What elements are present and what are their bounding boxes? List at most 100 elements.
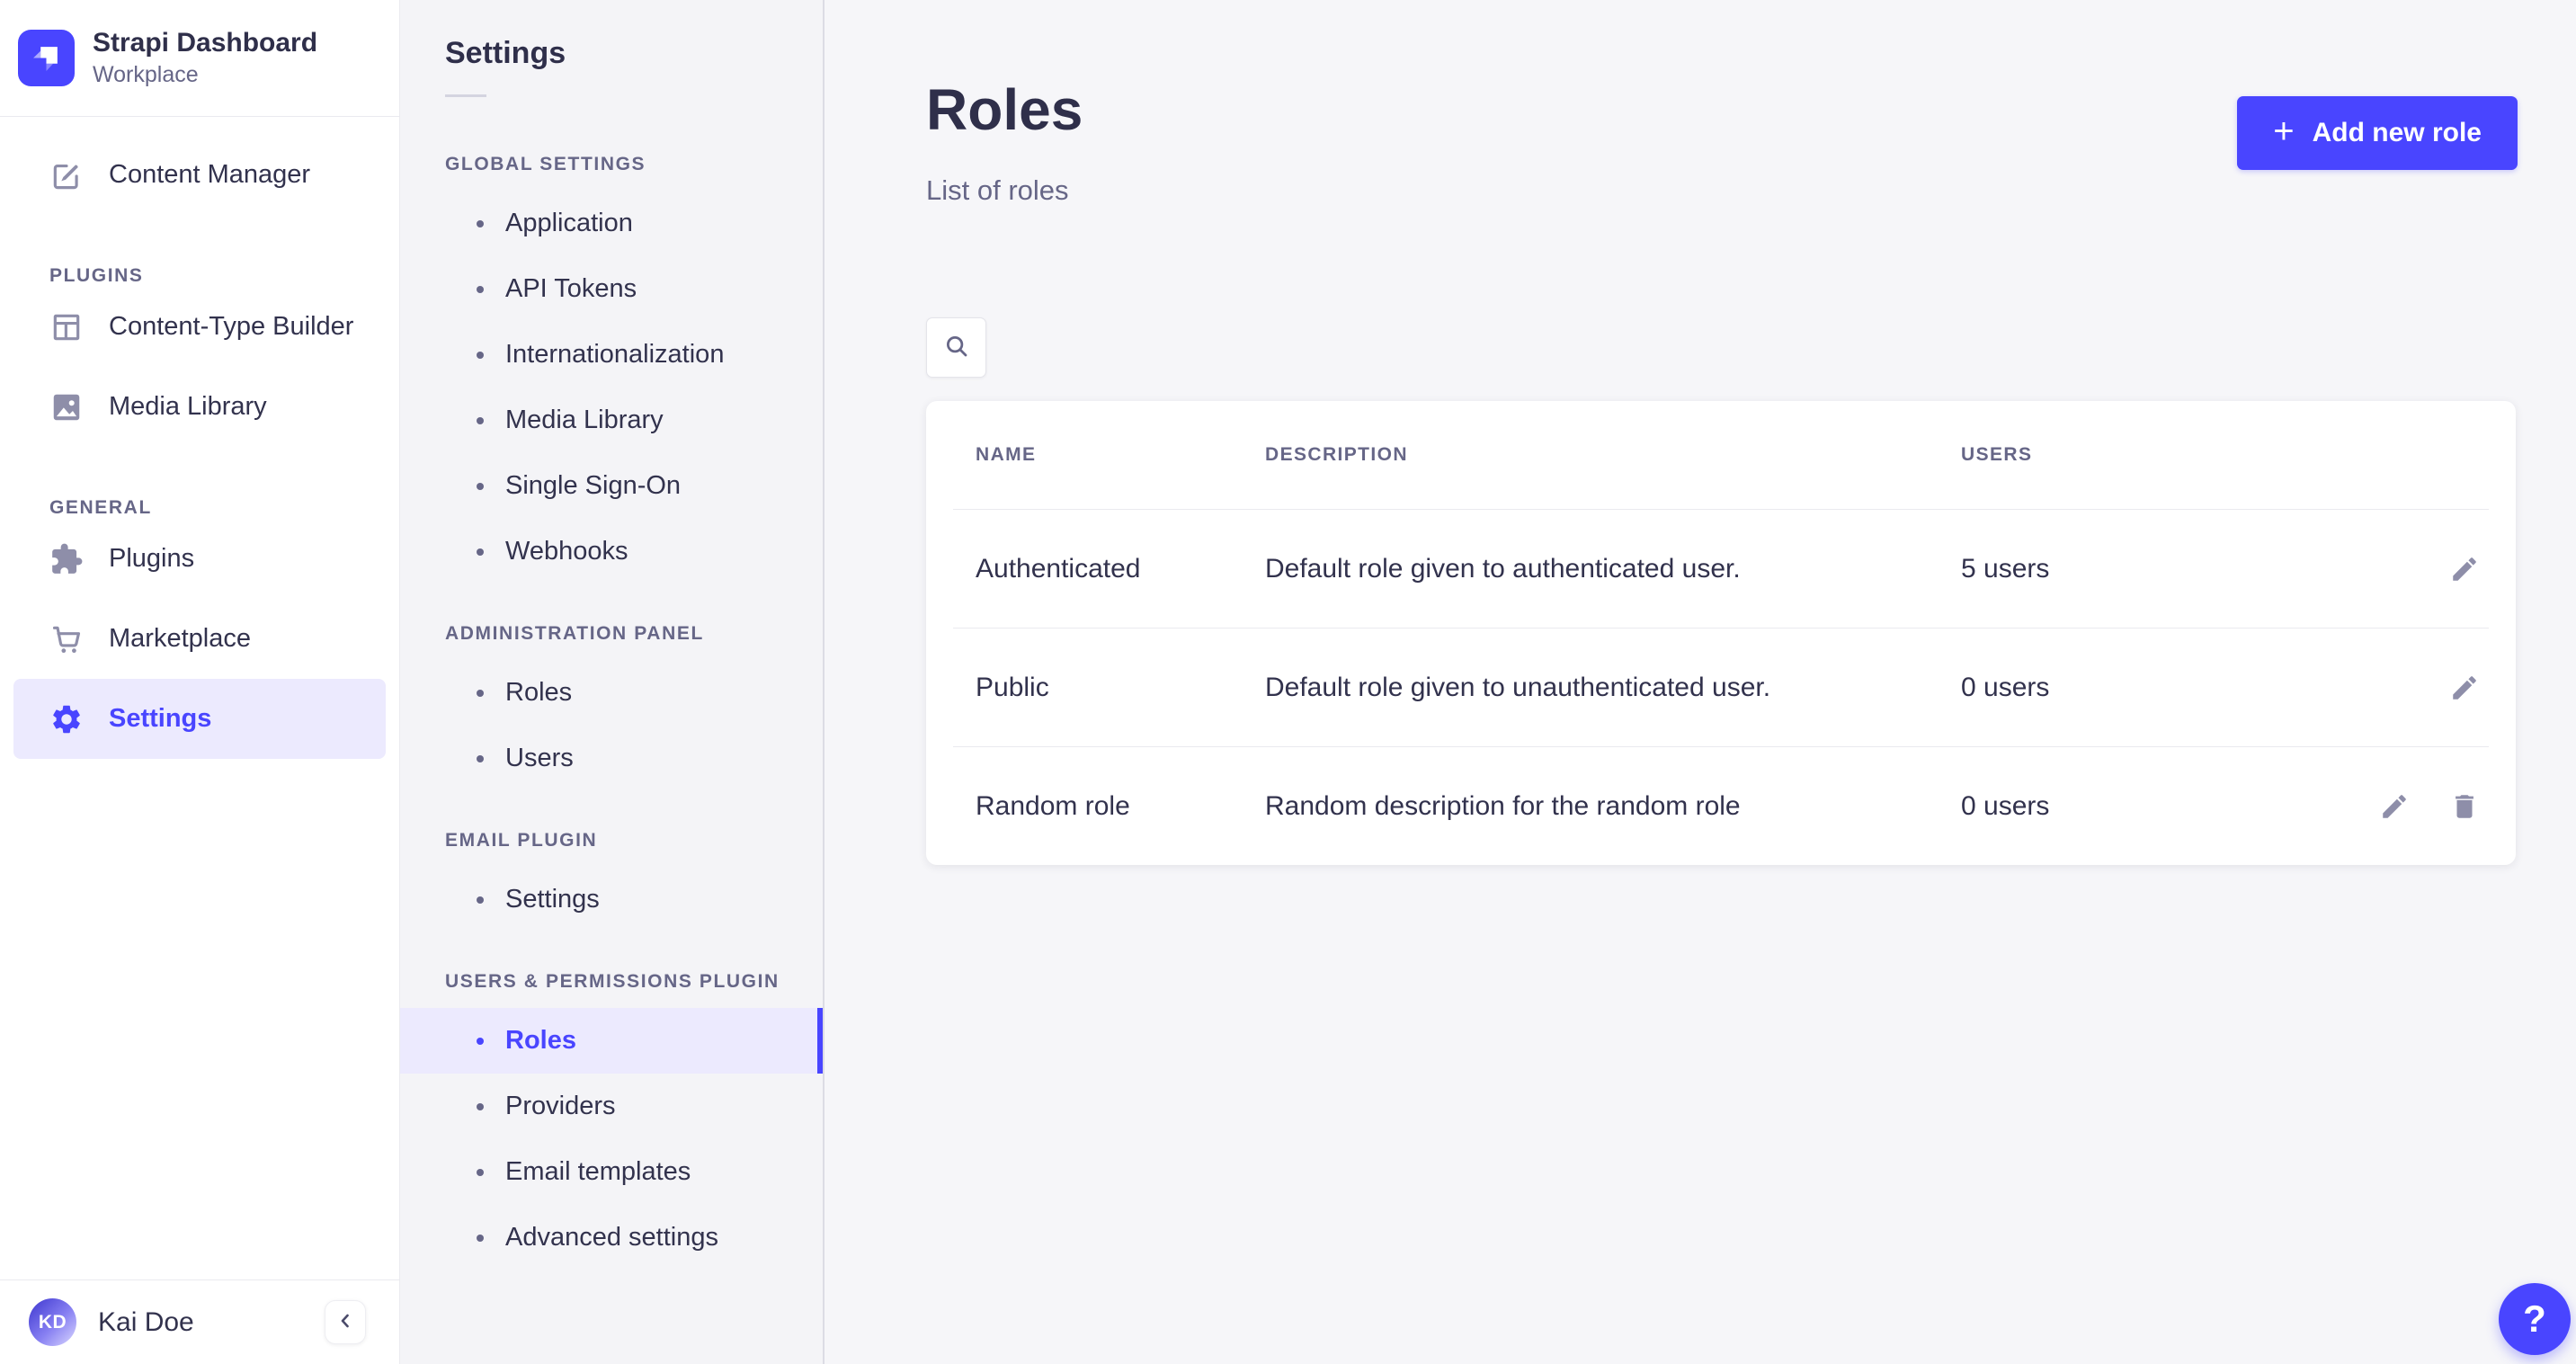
subnav-item-single-sign-on[interactable]: Single Sign-On <box>400 453 823 519</box>
table-row-random-role[interactable]: Random role Random description for the r… <box>926 747 2516 865</box>
help-button[interactable]: ? <box>2499 1283 2571 1355</box>
role-description: Default role given to authenticated user… <box>1265 554 1961 584</box>
bullet-icon <box>477 755 484 762</box>
subnav-item-webhooks[interactable]: Webhooks <box>400 519 823 584</box>
subnav-item-email-settings[interactable]: Settings <box>400 867 823 932</box>
edit-role-button[interactable] <box>2449 673 2480 703</box>
subnav-item-application[interactable]: Application <box>400 191 823 256</box>
sidebar-item-label: Media Library <box>109 392 267 422</box>
pencil-icon <box>2379 791 2410 822</box>
bullet-icon <box>477 352 484 359</box>
subnav-item-up-providers[interactable]: Providers <box>400 1074 823 1139</box>
sidebar-item-label: Plugins <box>109 544 194 574</box>
avatar: KD <box>29 1298 76 1346</box>
pencil-icon <box>2449 554 2480 584</box>
cart-icon <box>49 622 84 656</box>
role-users-count: 0 users <box>1961 673 2449 703</box>
table-row-authenticated[interactable]: Authenticated Default role given to auth… <box>926 510 2516 628</box>
role-description: Default role given to unauthenticated us… <box>1265 673 1961 703</box>
puzzle-icon <box>49 542 84 576</box>
workspace-name: Workplace <box>93 62 317 88</box>
brand-text: Strapi Dashboard Workplace <box>93 28 317 88</box>
subnav-section-global-settings: GLOBAL SETTINGS Application API Tokens I… <box>400 151 823 584</box>
strapi-logo-icon <box>18 30 75 86</box>
edit-role-button[interactable] <box>2449 554 2480 584</box>
column-header-name: NAME <box>976 444 1265 466</box>
subnav-item-admin-roles[interactable]: Roles <box>400 660 823 726</box>
subnav-item-admin-users[interactable]: Users <box>400 726 823 791</box>
table-row-public[interactable]: Public Default role given to unauthentic… <box>926 629 2516 746</box>
user-name: Kai Doe <box>98 1307 194 1338</box>
chevron-left-icon <box>334 1310 356 1334</box>
sidebar-footer: KD Kai Doe <box>0 1279 399 1364</box>
subnav-item-api-tokens[interactable]: API Tokens <box>400 256 823 322</box>
subnav-title: Settings <box>400 36 823 71</box>
sidebar-item-media-library[interactable]: Media Library <box>0 367 399 447</box>
page-subtitle: List of roles <box>926 174 2518 207</box>
content-type-builder-icon <box>49 310 84 344</box>
bullet-icon <box>477 896 484 904</box>
sidebar-item-content-type-builder[interactable]: Content-Type Builder <box>0 287 399 367</box>
subnav-section-administration-panel: ADMINISTRATION PANEL Roles Users <box>400 620 823 791</box>
trash-icon <box>2449 791 2480 822</box>
add-new-role-label: Add new role <box>2313 118 2482 148</box>
plus-icon: + <box>2273 113 2294 149</box>
sidebar-item-marketplace[interactable]: Marketplace <box>0 599 399 679</box>
brand-home-link[interactable]: Strapi Dashboard Workplace <box>0 0 399 117</box>
page-header: Roles List of roles + Add new role <box>926 79 2518 207</box>
bullet-icon <box>477 548 484 556</box>
media-library-icon <box>49 390 84 424</box>
bullet-icon <box>477 690 484 697</box>
main-sidebar: Strapi Dashboard Workplace Content Manag… <box>0 0 400 1364</box>
bullet-icon <box>477 417 484 424</box>
sidebar-section-plugins: PLUGINS <box>0 215 399 287</box>
gear-icon <box>49 702 84 736</box>
subnav-item-up-email-templates[interactable]: Email templates <box>400 1139 823 1205</box>
column-header-description: DESCRIPTION <box>1265 444 1961 466</box>
content-manager-icon <box>49 158 84 192</box>
table-header-row: NAME DESCRIPTION USERS <box>926 401 2516 509</box>
sidebar-item-settings[interactable]: Settings <box>13 679 386 759</box>
role-name: Public <box>976 673 1265 703</box>
subnav-item-media-library[interactable]: Media Library <box>400 388 823 453</box>
search-icon <box>943 333 970 362</box>
role-description: Random description for the random role <box>1265 791 1961 822</box>
subnav-item-internationalization[interactable]: Internationalization <box>400 322 823 388</box>
divider <box>445 94 486 97</box>
subnav-section-email-plugin: EMAIL PLUGIN Settings <box>400 827 823 932</box>
pencil-icon <box>2449 673 2480 703</box>
column-header-users: USERS <box>1961 444 2516 466</box>
bullet-icon <box>477 483 484 490</box>
sidebar-item-label: Content-Type Builder <box>109 312 353 342</box>
sidebar-section-general: GENERAL <box>0 447 399 519</box>
sidebar-item-label: Content Manager <box>109 160 310 190</box>
sidebar-item-label: Marketplace <box>109 624 251 654</box>
question-mark-icon: ? <box>2523 1297 2546 1341</box>
role-name: Random role <box>976 791 1265 822</box>
bullet-icon <box>477 1038 484 1045</box>
collapse-sidebar-button[interactable] <box>325 1300 366 1344</box>
delete-role-button[interactable] <box>2449 791 2480 822</box>
edit-role-button[interactable] <box>2379 791 2410 822</box>
bullet-icon <box>477 1103 484 1110</box>
subnav-section-users-permissions-plugin: USERS & PERMISSIONS PLUGIN Roles Provide… <box>400 968 823 1270</box>
main-content: Roles List of roles + Add new role NAME … <box>824 0 2576 1364</box>
subnav-item-up-roles[interactable]: Roles <box>400 1008 823 1074</box>
sidebar-menu: Content Manager PLUGINS Content-Type Bui… <box>0 117 399 759</box>
settings-subnav: Settings GLOBAL SETTINGS Application API… <box>400 0 824 1364</box>
bullet-icon <box>477 1169 484 1176</box>
bullet-icon <box>477 286 484 293</box>
sidebar-item-label: Settings <box>109 704 211 734</box>
bullet-icon <box>477 1235 484 1242</box>
bullet-icon <box>477 220 484 227</box>
app-root: Strapi Dashboard Workplace Content Manag… <box>0 0 2576 1364</box>
subnav-item-up-advanced-settings[interactable]: Advanced settings <box>400 1205 823 1270</box>
sidebar-item-content-manager[interactable]: Content Manager <box>0 135 399 215</box>
user-menu[interactable]: KD Kai Doe <box>29 1298 194 1346</box>
search-button[interactable] <box>926 317 986 378</box>
add-new-role-button[interactable]: + Add new role <box>2237 96 2518 170</box>
roles-table: NAME DESCRIPTION USERS Authenticated Def… <box>926 401 2516 865</box>
app-title: Strapi Dashboard <box>93 28 317 59</box>
role-users-count: 0 users <box>1961 791 2379 822</box>
sidebar-item-plugins[interactable]: Plugins <box>0 519 399 599</box>
